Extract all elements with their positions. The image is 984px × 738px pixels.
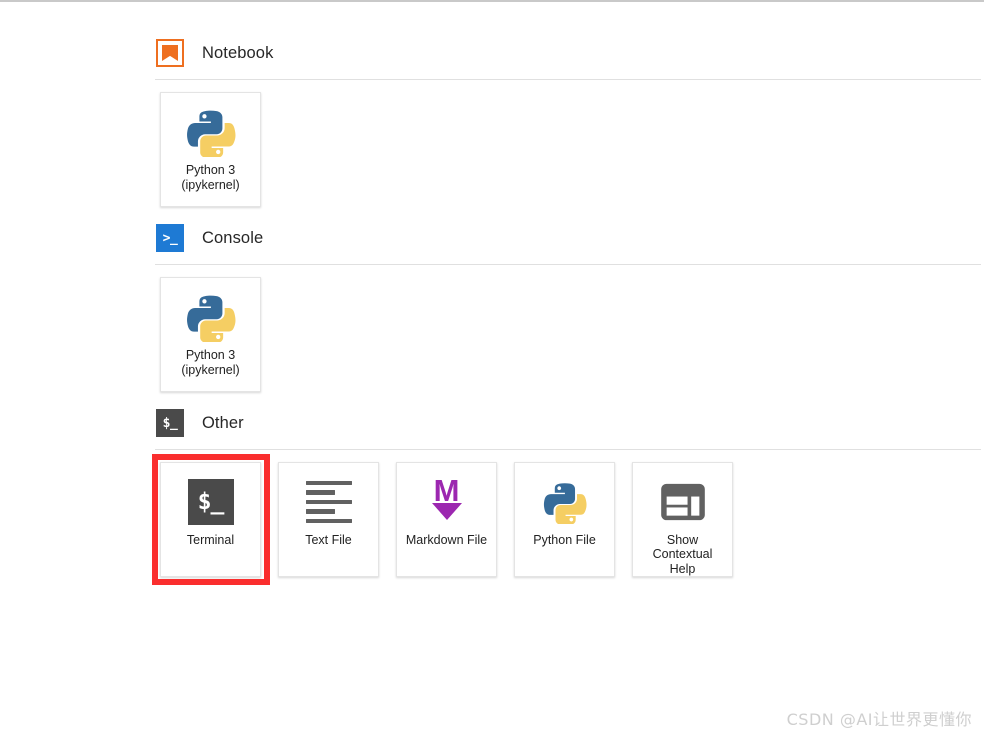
section-header-notebook: Notebook bbox=[155, 32, 982, 74]
text-file-icon bbox=[305, 473, 352, 531]
watermark: CSDN @AI让世界更懂你 bbox=[786, 710, 972, 729]
card-label: Show Contextual Help bbox=[652, 532, 713, 576]
card-label: Python 3 (ipykernel) bbox=[181, 348, 240, 377]
card-slot: Python File bbox=[509, 462, 627, 580]
launcher-card-terminal[interactable]: $_ Terminal bbox=[160, 462, 261, 577]
python-logo-icon bbox=[186, 288, 236, 346]
python-logo-icon bbox=[543, 473, 587, 531]
card-slot: Python 3 (ipykernel) bbox=[155, 277, 273, 395]
card-label: Python 3 (ipykernel) bbox=[181, 163, 240, 192]
launcher-card-python-file[interactable]: Python File bbox=[514, 462, 615, 577]
launcher-card-console-python3[interactable]: Python 3 (ipykernel) bbox=[160, 277, 261, 392]
terminal-icon: $_ bbox=[187, 473, 234, 531]
section-notebook: Notebook Python 3 (ipykernel) bbox=[155, 32, 982, 210]
launcher-card-notebook-python3[interactable]: Python 3 (ipykernel) bbox=[160, 92, 261, 207]
card-label: Terminal bbox=[186, 533, 235, 547]
section-header-other: $_ Other bbox=[155, 402, 982, 444]
card-slot: Show Contextual Help bbox=[627, 462, 745, 580]
section-header-console: >_ Console bbox=[155, 217, 982, 259]
markdown-icon: M bbox=[423, 473, 471, 531]
section-title-other: Other bbox=[202, 413, 244, 432]
card-row-other: $_ Terminal Text File M Markdown File Py… bbox=[152, 450, 982, 585]
card-slot: Text File bbox=[273, 462, 391, 580]
launcher-panel: Notebook Python 3 (ipykernel) >_ Console… bbox=[0, 0, 984, 738]
card-slot: Python 3 (ipykernel) bbox=[155, 92, 273, 210]
shell-prompt-icon: $_ bbox=[156, 409, 184, 437]
launcher-card-text-file[interactable]: Text File bbox=[278, 462, 379, 577]
card-label: Python File bbox=[533, 533, 596, 547]
contextual-help-icon bbox=[659, 473, 707, 531]
section-console: >_ Console Python 3 (ipykernel) bbox=[155, 217, 982, 395]
card-row-console: Python 3 (ipykernel) bbox=[155, 265, 982, 395]
section-title-notebook: Notebook bbox=[202, 43, 274, 62]
console-prompt-icon: >_ bbox=[156, 224, 184, 252]
launcher-card-contextual-help[interactable]: Show Contextual Help bbox=[632, 462, 733, 577]
card-slot: $_ Terminal bbox=[152, 454, 273, 585]
terminal-prompt-glyph: $_ bbox=[187, 479, 234, 525]
card-label: Markdown File bbox=[405, 533, 488, 547]
launcher-sections: Notebook Python 3 (ipykernel) >_ Console… bbox=[152, 2, 982, 738]
section-title-console: Console bbox=[202, 228, 264, 247]
card-slot: M Markdown File bbox=[391, 462, 509, 580]
card-row-notebook: Python 3 (ipykernel) bbox=[155, 80, 982, 210]
launcher-card-markdown-file[interactable]: M Markdown File bbox=[396, 462, 497, 577]
section-other: $_ Other $_ Terminal Text File M Markdow… bbox=[152, 402, 982, 585]
card-label: Text File bbox=[305, 533, 352, 547]
notebook-bookmark-icon bbox=[156, 39, 184, 67]
python-logo-icon bbox=[186, 103, 236, 161]
